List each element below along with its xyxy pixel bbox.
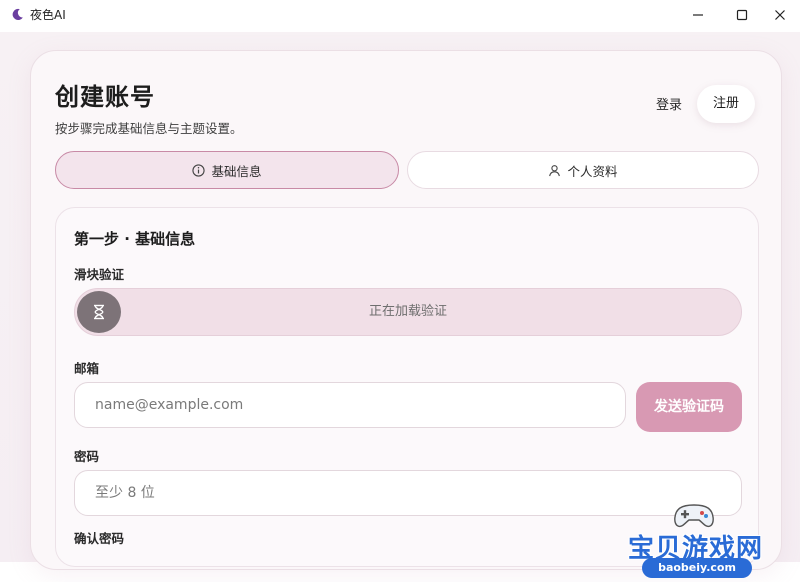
confirm-password-label: 确认密码 bbox=[74, 531, 125, 546]
gamepad-icon bbox=[674, 504, 714, 528]
tab-profile[interactable]: 个人资料 bbox=[407, 151, 759, 189]
login-link[interactable]: 登录 bbox=[639, 95, 699, 117]
section-title: 第一步 · 基础信息 bbox=[74, 230, 196, 248]
tab-basic-info[interactable]: 基础信息 bbox=[55, 151, 399, 189]
slider-knob[interactable] bbox=[77, 291, 121, 333]
slider-status-text: 正在加载验证 bbox=[368, 304, 447, 319]
close-icon bbox=[775, 10, 785, 20]
slider-verification-track[interactable]: 正在加载验证 bbox=[74, 288, 742, 336]
minimize-button[interactable] bbox=[676, 0, 720, 30]
maximize-icon bbox=[736, 9, 748, 21]
page-title: 创建账号 bbox=[55, 83, 155, 111]
signup-card: 创建账号 按步骤完成基础信息与主题设置。 登录 注册 基础信息 个人资料 第一步… bbox=[30, 50, 782, 570]
app-canvas: 创建账号 按步骤完成基础信息与主题设置。 登录 注册 基础信息 个人资料 第一步… bbox=[0, 32, 800, 578]
page-subtitle: 按步骤完成基础信息与主题设置。 bbox=[55, 121, 243, 136]
slider-verification-label: 滑块验证 bbox=[74, 267, 125, 282]
watermark: 宝贝游戏网 baobeiy.com bbox=[620, 502, 770, 582]
watermark-url: baobeiy.com bbox=[642, 558, 752, 578]
close-button[interactable] bbox=[758, 0, 800, 30]
moon-icon bbox=[12, 8, 23, 21]
email-field[interactable] bbox=[74, 382, 626, 428]
register-button[interactable]: 注册 bbox=[697, 85, 755, 123]
app-title: 夜色AI bbox=[30, 8, 66, 22]
info-icon bbox=[192, 163, 206, 177]
minimize-icon bbox=[693, 14, 703, 16]
user-icon bbox=[549, 164, 561, 176]
hourglass-icon bbox=[94, 304, 104, 320]
send-code-button[interactable]: 发送验证码 bbox=[636, 382, 742, 432]
title-bar: 夜色AI bbox=[0, 0, 800, 32]
tab-basic-info-label: 基础信息 bbox=[211, 163, 262, 179]
password-label: 密码 bbox=[74, 449, 100, 464]
tab-profile-label: 个人资料 bbox=[567, 163, 618, 179]
email-label: 邮箱 bbox=[74, 361, 100, 376]
